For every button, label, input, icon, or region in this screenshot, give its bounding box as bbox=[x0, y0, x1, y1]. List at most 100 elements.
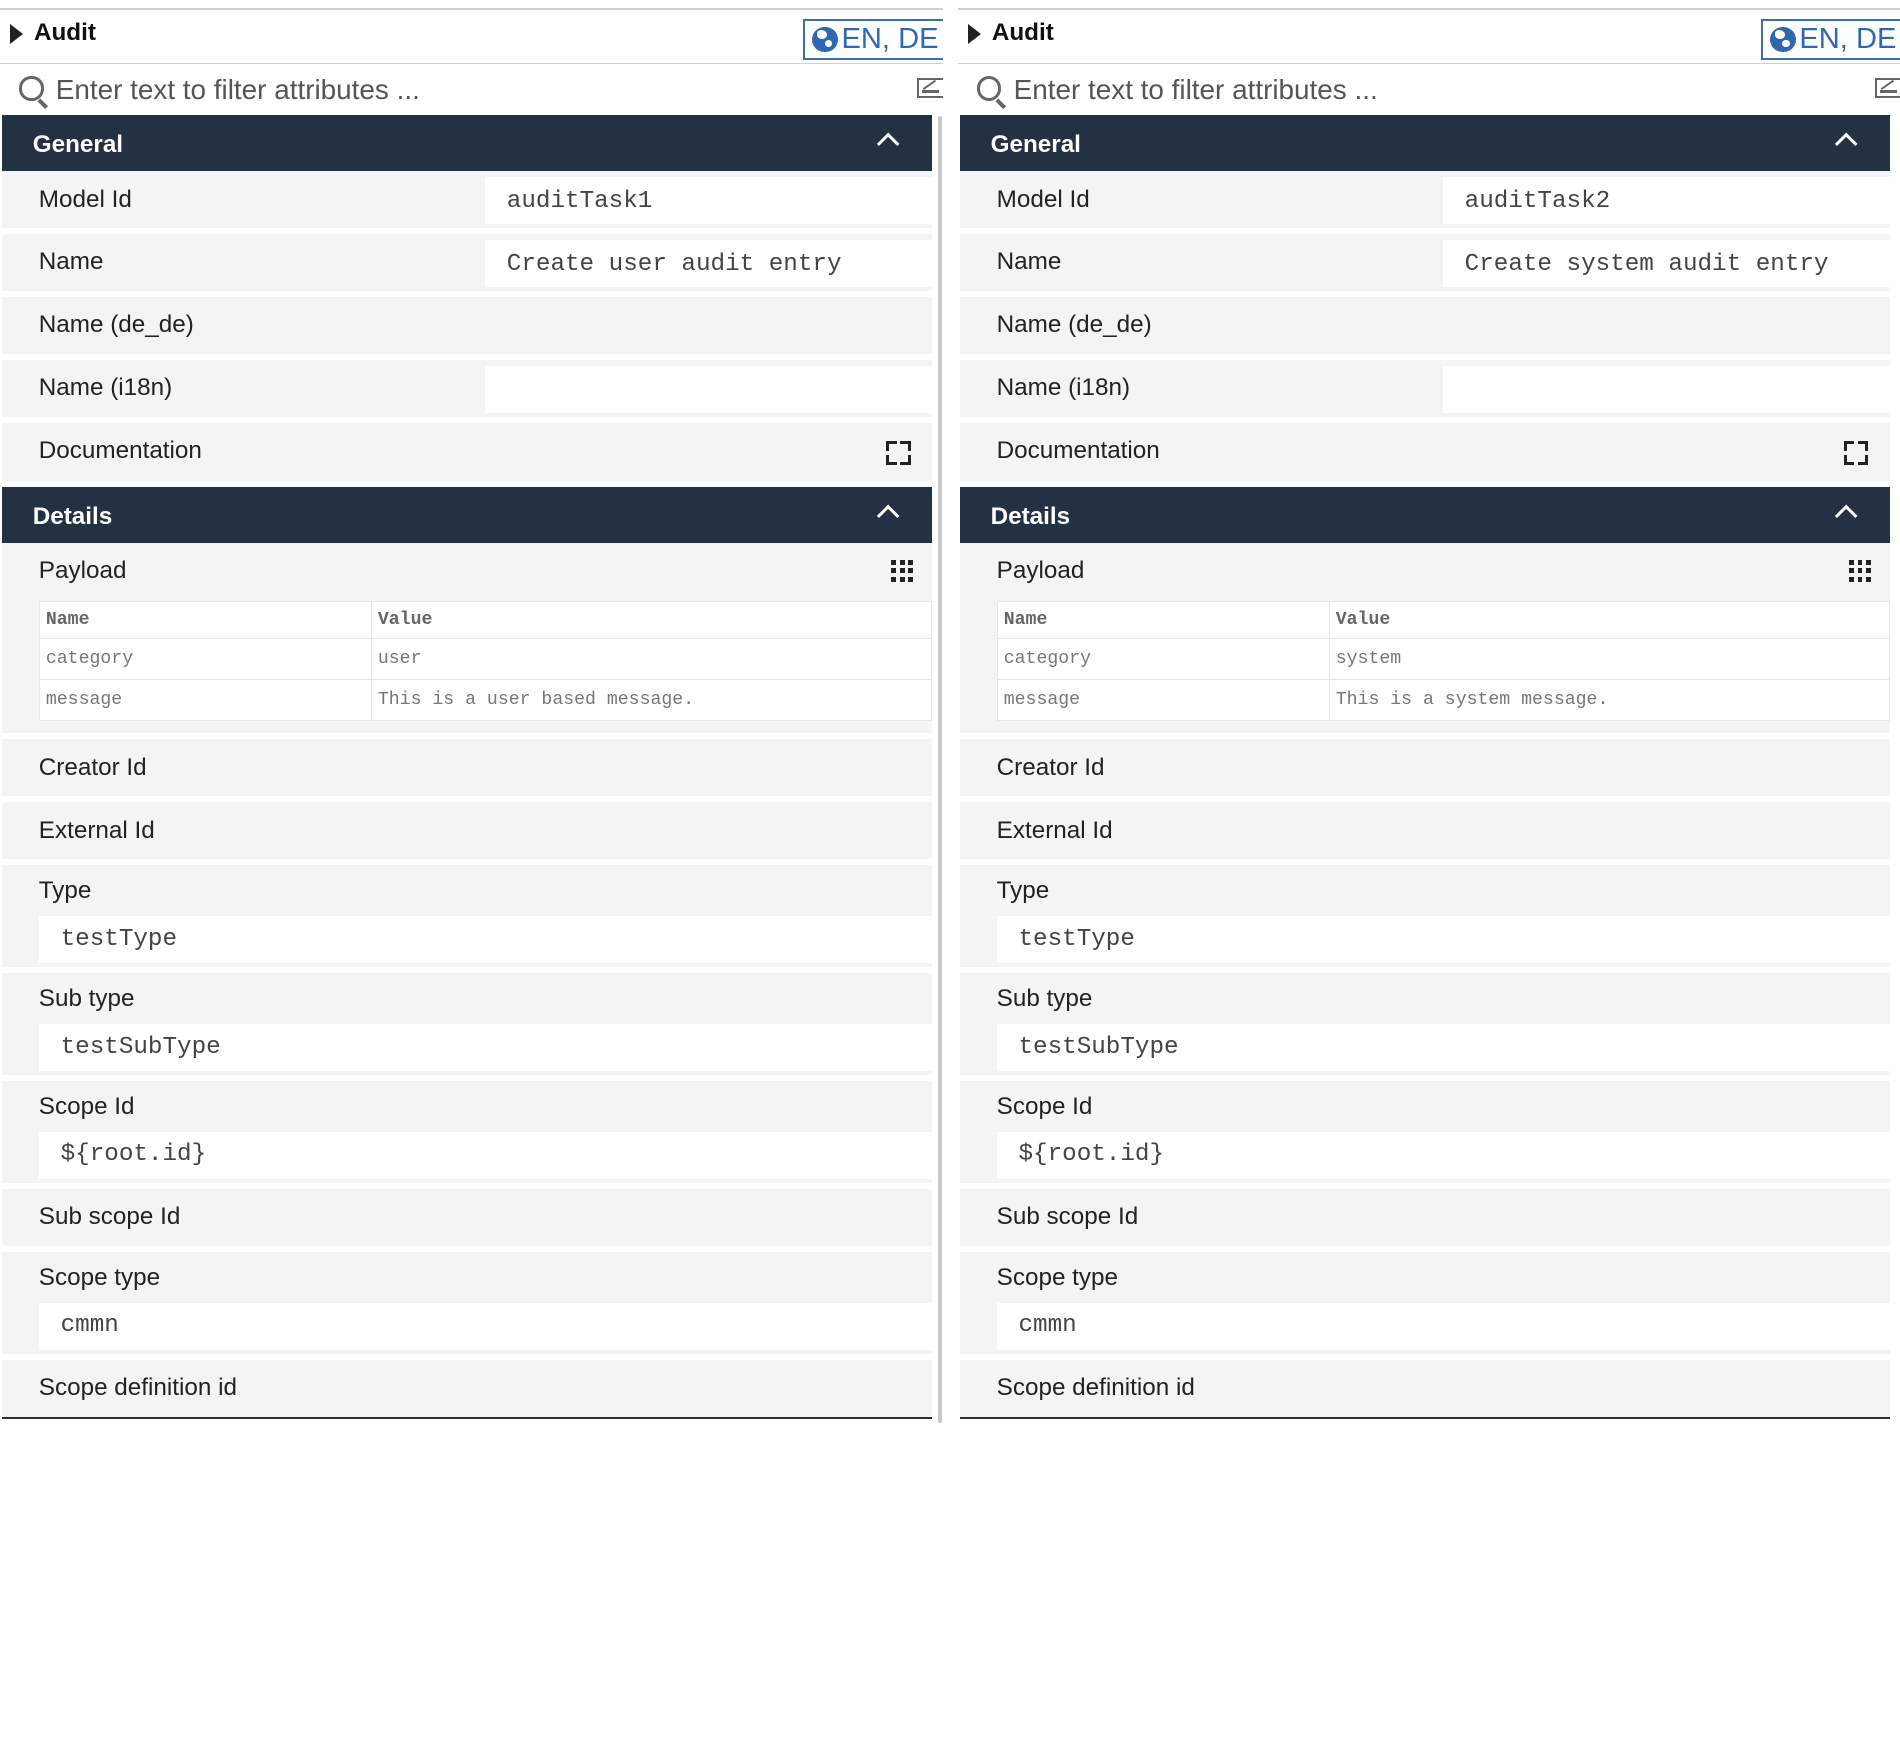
name-i18n-field[interactable] bbox=[484, 365, 933, 414]
name-field[interactable]: Create system audit entry bbox=[1442, 240, 1891, 288]
caret-right-icon[interactable] bbox=[967, 24, 981, 45]
property-label: Sub scope Id bbox=[996, 1203, 1139, 1231]
scope-type-value: cmmn bbox=[60, 1312, 119, 1340]
search-icon bbox=[19, 76, 44, 101]
property-label: Sub scope Id bbox=[38, 1203, 181, 1231]
filter-input[interactable] bbox=[55, 71, 881, 108]
sub-type-value: testSubType bbox=[1018, 1033, 1179, 1061]
table-row[interactable]: category user bbox=[38, 638, 933, 681]
property-row-type: Type testType bbox=[2, 865, 933, 974]
property-label: External Id bbox=[996, 816, 1113, 844]
group-header-details[interactable]: Details bbox=[960, 487, 1891, 543]
property-label: Sub type bbox=[38, 985, 135, 1013]
table-cell: message bbox=[996, 679, 1330, 722]
panel-title: Audit bbox=[33, 19, 96, 47]
sub-type-field[interactable]: testSubType bbox=[38, 1023, 933, 1072]
property-row-name-de[interactable]: Name (de_de) bbox=[960, 296, 1891, 360]
property-label: Model Id bbox=[38, 185, 132, 213]
property-label: Creator Id bbox=[38, 753, 147, 781]
table-cell: This is a user based message. bbox=[370, 679, 933, 722]
panel-titlebar[interactable]: Audit EN, DE bbox=[957, 9, 1900, 65]
property-label: Creator Id bbox=[996, 753, 1105, 781]
table-row[interactable]: message This is a system message. bbox=[996, 679, 1891, 722]
grid-icon[interactable] bbox=[891, 559, 913, 582]
property-label: Name (de_de) bbox=[38, 311, 194, 339]
property-row-scope-id: Scope Id ${root.id} bbox=[960, 1080, 1891, 1189]
group-header-details[interactable]: Details bbox=[2, 487, 933, 543]
property-label: Payload bbox=[38, 557, 127, 585]
scope-id-field[interactable]: ${root.id} bbox=[996, 1131, 1891, 1180]
group-title: Details bbox=[990, 502, 1071, 530]
search-icon bbox=[977, 76, 1002, 101]
property-row-scope-definition-id[interactable]: Scope definition id bbox=[2, 1359, 933, 1419]
filter-bar bbox=[0, 64, 944, 114]
property-row-creator-id[interactable]: Creator Id bbox=[960, 739, 1891, 803]
caret-right-icon[interactable] bbox=[9, 24, 23, 45]
panel-title: Audit bbox=[991, 19, 1054, 47]
property-row-payload: Payload Name Value category user message… bbox=[2, 542, 933, 740]
chevron-up-icon[interactable] bbox=[876, 132, 900, 156]
property-row-documentation[interactable]: Documentation bbox=[2, 422, 933, 488]
scope-type-field[interactable]: cmmn bbox=[996, 1302, 1891, 1350]
name-field[interactable]: Create user audit entry bbox=[484, 240, 933, 288]
property-label: Scope type bbox=[38, 1263, 161, 1291]
properties-content: General Model Id auditTask1 Name Create … bbox=[2, 115, 933, 1419]
property-label: Scope Id bbox=[38, 1092, 135, 1120]
property-row-scope-type: Scope type cmmn bbox=[960, 1251, 1891, 1360]
expand-icon[interactable] bbox=[1844, 441, 1869, 466]
table-cell: This is a system message. bbox=[1328, 679, 1891, 722]
scope-id-value: ${root.id} bbox=[60, 1141, 207, 1169]
scrollbar[interactable] bbox=[938, 116, 943, 1424]
filter-bar bbox=[957, 64, 1900, 114]
clear-filter-icon[interactable] bbox=[1874, 77, 1900, 99]
properties-comparison: Audit EN, DE General Model Id auditTask1… bbox=[0, 0, 1900, 1441]
property-row-creator-id[interactable]: Creator Id bbox=[2, 739, 933, 803]
table-cell: category bbox=[38, 638, 372, 681]
property-label: Type bbox=[996, 877, 1050, 905]
property-row-sub-scope-id[interactable]: Sub scope Id bbox=[960, 1188, 1891, 1252]
property-row-scope-definition-id[interactable]: Scope definition id bbox=[960, 1359, 1891, 1419]
property-row-sub-type: Sub type testSubType bbox=[2, 973, 933, 1081]
language-selector[interactable]: EN, DE bbox=[1761, 19, 1900, 60]
property-row-name-i18n: Name (i18n) bbox=[960, 359, 1891, 423]
clear-filter-icon[interactable] bbox=[916, 77, 944, 99]
type-field[interactable]: testType bbox=[38, 916, 933, 964]
table-row[interactable]: message This is a user based message. bbox=[38, 679, 933, 722]
group-header-general[interactable]: General bbox=[2, 115, 933, 171]
table-row[interactable]: category system bbox=[996, 638, 1891, 681]
chevron-up-icon[interactable] bbox=[876, 504, 900, 528]
model-id-field[interactable]: auditTask1 bbox=[484, 177, 933, 225]
property-row-external-id[interactable]: External Id bbox=[960, 802, 1891, 866]
language-selector[interactable]: EN, DE bbox=[803, 19, 944, 60]
scope-id-value: ${root.id} bbox=[1018, 1141, 1165, 1169]
property-row-name-i18n: Name (i18n) bbox=[2, 359, 933, 423]
property-label: Scope definition id bbox=[996, 1374, 1195, 1402]
chevron-up-icon[interactable] bbox=[1834, 132, 1858, 156]
filter-input[interactable] bbox=[1013, 71, 1839, 108]
expand-icon[interactable] bbox=[886, 441, 911, 466]
grid-icon[interactable] bbox=[1849, 559, 1871, 582]
property-row-documentation[interactable]: Documentation bbox=[960, 422, 1891, 488]
type-field[interactable]: testType bbox=[996, 916, 1891, 964]
sub-type-field[interactable]: testSubType bbox=[996, 1023, 1891, 1072]
name-i18n-field[interactable] bbox=[1442, 365, 1891, 414]
property-label: Name bbox=[38, 248, 104, 276]
property-row-sub-scope-id[interactable]: Sub scope Id bbox=[2, 1188, 933, 1252]
table-header-row: Name Value bbox=[996, 601, 1891, 640]
property-label: Type bbox=[38, 877, 92, 905]
group-title: Details bbox=[32, 502, 113, 530]
model-id-field[interactable]: auditTask2 bbox=[1442, 177, 1891, 225]
scope-id-field[interactable]: ${root.id} bbox=[38, 1131, 933, 1180]
group-header-general[interactable]: General bbox=[960, 115, 1891, 171]
panel-titlebar[interactable]: Audit EN, DE bbox=[0, 9, 944, 65]
group-title: General bbox=[990, 130, 1081, 158]
scope-type-field[interactable]: cmmn bbox=[38, 1302, 933, 1350]
sub-type-value: testSubType bbox=[60, 1033, 221, 1061]
name-value: Create user audit entry bbox=[506, 250, 842, 278]
property-row-name-de[interactable]: Name (de_de) bbox=[2, 296, 933, 360]
table-cell: user bbox=[370, 638, 933, 681]
chevron-up-icon[interactable] bbox=[1834, 504, 1858, 528]
property-row-external-id[interactable]: External Id bbox=[2, 802, 933, 866]
type-value: testType bbox=[60, 925, 178, 953]
language-label: EN, DE bbox=[841, 23, 939, 56]
